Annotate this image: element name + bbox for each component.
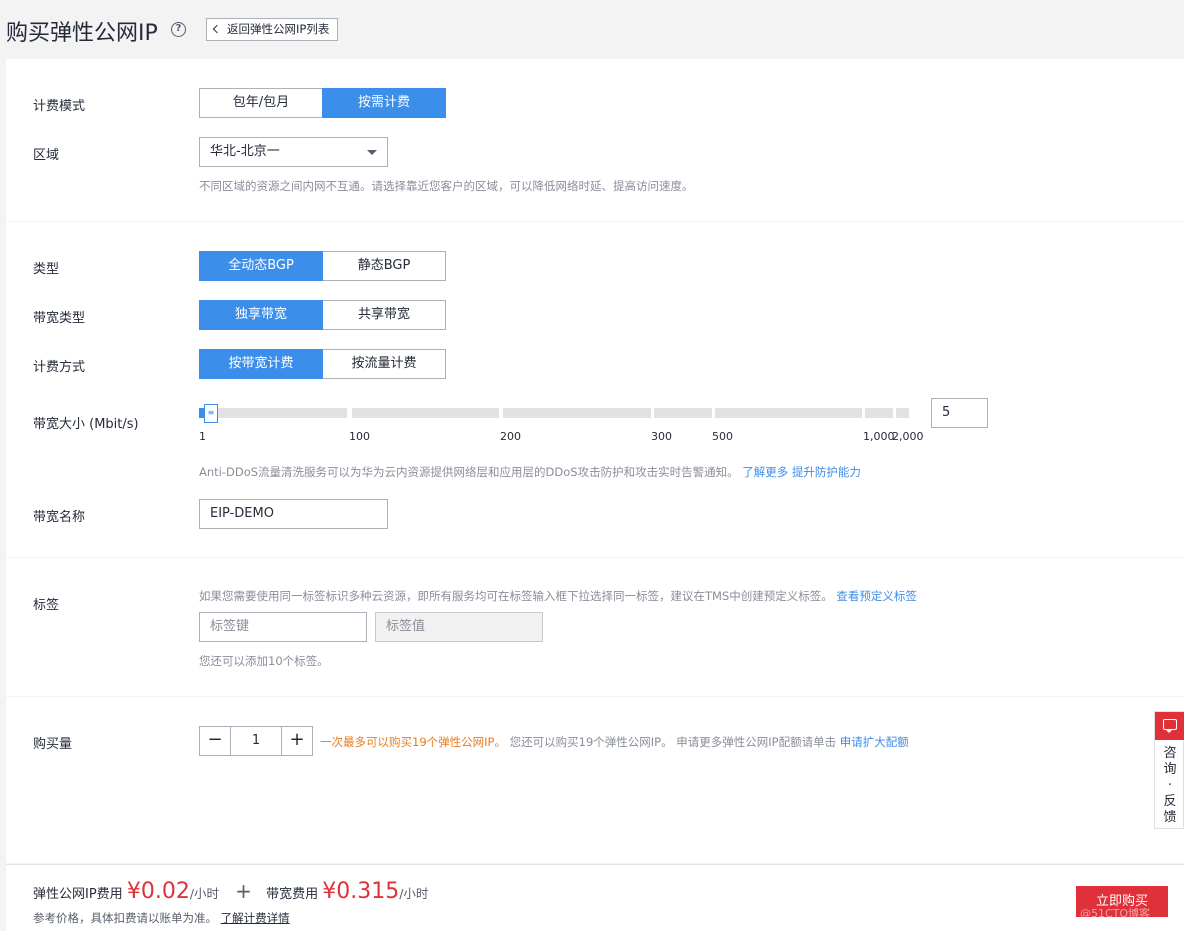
ddos-learn-more-link[interactable]: 了解更多 提升防护能力	[742, 465, 861, 479]
ddos-hint-text: Anti-DDoS流量清洗服务可以为华为云内资源提供网络层和应用层的DDoS攻击…	[199, 465, 739, 479]
tags-label: 标签	[33, 598, 60, 613]
type-label: 类型	[33, 262, 60, 277]
slider-tick: 300	[651, 430, 672, 443]
bandwidth-size-input[interactable]: 5	[931, 398, 988, 428]
charge-option-by-bandwidth[interactable]: 按带宽计费	[199, 349, 323, 379]
view-predefined-tags-link[interactable]: 查看预定义标签	[836, 589, 917, 603]
bandwidth-type-label: 带宽类型	[33, 311, 86, 326]
charge-option-by-traffic[interactable]: 按流量计费	[322, 349, 446, 379]
quantity-limit-info: 您还可以购买19个弹性公网IP。 申请更多弹性公网IP配额请单击	[509, 735, 837, 749]
tags-hint: 如果您需要使用同一标签标识多种云资源，即所有服务均可在标签输入框下拉选择同一标签…	[199, 588, 917, 604]
watermark: @51CTO博客	[1080, 907, 1151, 920]
bandwidth-type-option-dedicated[interactable]: 独享带宽	[199, 300, 323, 330]
question-circle-icon[interactable]: ?	[171, 22, 186, 37]
region-select-value: 华北-北京一	[210, 144, 280, 159]
billing-details-link[interactable]: 了解计费详情	[221, 911, 290, 925]
request-quota-link[interactable]: 申请扩大配额	[840, 735, 909, 749]
tags-remaining: 您还可以添加10个标签。	[199, 654, 329, 668]
type-selector: 全动态BGP 静态BGP	[199, 251, 446, 281]
slider-segment	[865, 408, 893, 418]
type-option-dynamic-bgp[interactable]: 全动态BGP	[199, 251, 323, 281]
quantity-increase-button[interactable]: +	[281, 726, 313, 756]
eip-fee-label: 弹性公网IP费用	[33, 887, 123, 902]
slider-segment	[199, 408, 347, 418]
bandwidth-fee-label: 带宽费用	[266, 887, 319, 902]
feedback-char: 反	[1163, 794, 1177, 809]
slider-segment	[654, 408, 712, 418]
quantity-label: 购买量	[33, 737, 73, 752]
quantity-limit: 一次最多可以购买19个弹性公网IP。 您还可以购买19个弹性公网IP。 申请更多…	[320, 734, 909, 750]
feedback-widget[interactable]: 咨 询 · 反 馈	[1154, 711, 1184, 829]
reference-note: 参考价格，具体扣费请以账单为准。 了解计费详情	[33, 910, 290, 926]
price-footer: 弹性公网IP费用 ¥0.02/小时 + 带宽费用 ¥0.315/小时 参考价格，…	[6, 864, 1184, 931]
region-select[interactable]: 华北-北京一	[199, 137, 388, 167]
slider-tick: 2,000	[892, 430, 924, 443]
eip-price: ¥0.02	[126, 879, 190, 904]
bandwidth-type-option-shared[interactable]: 共享带宽	[322, 300, 446, 330]
back-button-label: 返回弹性公网IP列表	[227, 22, 330, 36]
bandwidth-name-input[interactable]: EIP-DEMO	[199, 499, 388, 529]
slider-tick: 100	[349, 430, 370, 443]
slider-handle[interactable]: ≡	[204, 404, 218, 423]
quantity-limit-warning: 一次最多可以购买19个弹性公网IP。	[320, 735, 506, 749]
billing-mode-label: 计费模式	[33, 99, 86, 114]
fee-summary: 弹性公网IP费用 ¥0.02/小时 + 带宽费用 ¥0.315/小时	[33, 879, 428, 904]
caret-down-icon	[367, 150, 377, 155]
chat-bubble-icon	[1155, 712, 1184, 740]
tag-key-input[interactable]: 标签键	[199, 612, 367, 642]
bandwidth-name-label: 带宽名称	[33, 510, 86, 525]
feedback-char: 询	[1163, 762, 1177, 777]
tags-section: 标签 如果您需要使用同一标签标识多种云资源，即所有服务均可在标签输入框下拉选择同…	[6, 558, 1184, 696]
page-header: 购买弹性公网IP ? 返回弹性公网IP列表	[0, 0, 1184, 59]
tags-hint-text: 如果您需要使用同一标签标识多种云资源，即所有服务均可在标签输入框下拉选择同一标签…	[199, 589, 833, 603]
region-label: 区域	[33, 148, 60, 163]
chevron-left-icon	[212, 24, 222, 34]
billing-option-on-demand[interactable]: 按需计费	[322, 88, 446, 118]
slider-tick: 200	[500, 430, 521, 443]
billing-option-yearly-monthly[interactable]: 包年/包月	[199, 88, 323, 118]
feedback-char: 馈	[1163, 810, 1177, 825]
type-option-static-bgp[interactable]: 静态BGP	[322, 251, 446, 281]
page-title: 购买弹性公网IP	[6, 21, 158, 46]
bandwidth-price: ¥0.315	[322, 879, 400, 904]
feedback-char: 咨	[1163, 746, 1177, 761]
quantity-stepper: − 1 +	[199, 726, 313, 756]
slider-segment	[715, 408, 862, 418]
slider-tick: 1	[199, 430, 206, 443]
bandwidth-type-selector: 独享带宽 共享带宽	[199, 300, 446, 330]
billing-region-section: 计费模式 包年/包月 按需计费 区域 华北-北京一 不同区域的资源之间内网不互通…	[6, 59, 1184, 221]
quantity-section: 购买量 − 1 + 一次最多可以购买19个弹性公网IP。 您还可以购买19个弹性…	[6, 697, 1184, 863]
bandwidth-price-unit: /小时	[399, 886, 429, 901]
feedback-label: 咨 询 · 反 馈	[1155, 740, 1184, 826]
charge-method-selector: 按带宽计费 按流量计费	[199, 349, 446, 379]
region-hint: 不同区域的资源之间内网不互通。请选择靠近您客户的区域，可以降低网络时延、提高访问…	[199, 179, 694, 193]
tag-value-input[interactable]: 标签值	[375, 612, 543, 642]
back-to-eip-list-button[interactable]: 返回弹性公网IP列表	[206, 18, 339, 41]
slider-tick: 500	[712, 430, 733, 443]
eip-price-unit: /小时	[189, 886, 220, 901]
slider-tick: 1,000	[863, 430, 895, 443]
feedback-char: ·	[1167, 778, 1173, 793]
slider-segment	[896, 408, 909, 418]
plus-icon: +	[235, 879, 252, 903]
quantity-decrease-button[interactable]: −	[199, 726, 231, 756]
slider-segment	[352, 408, 499, 418]
ddos-hint: Anti-DDoS流量清洗服务可以为华为云内资源提供网络层和应用层的DDoS攻击…	[199, 464, 861, 480]
charge-method-label: 计费方式	[33, 360, 86, 375]
bandwidth-section: 类型 全动态BGP 静态BGP 带宽类型 独享带宽 共享带宽 计费方式 按带宽计…	[6, 222, 1184, 557]
bandwidth-size-label: 带宽大小 (Mbit/s)	[33, 417, 139, 432]
billing-mode-selector: 包年/包月 按需计费	[199, 88, 446, 118]
reference-text: 参考价格，具体扣费请以账单为准。	[33, 911, 217, 925]
slider-segment	[503, 408, 651, 418]
bandwidth-slider[interactable]: ≡	[199, 404, 910, 423]
quantity-input[interactable]: 1	[231, 726, 281, 756]
